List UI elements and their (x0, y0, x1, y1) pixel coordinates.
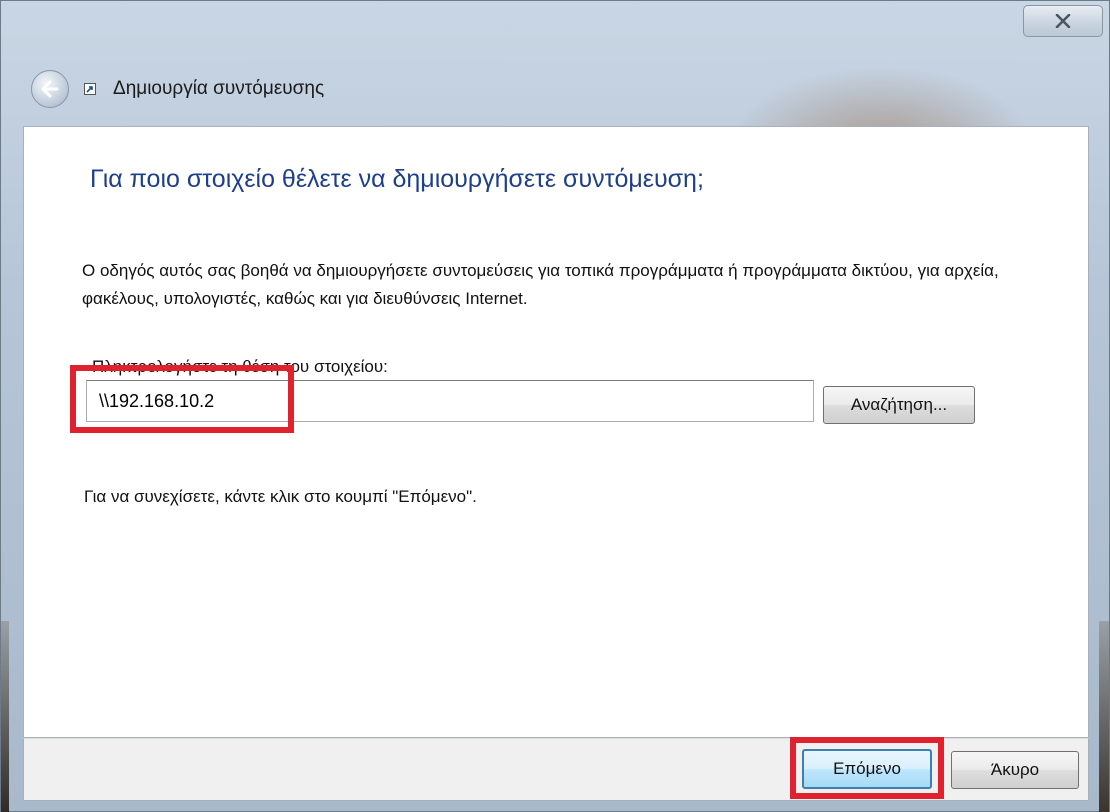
button-footer: Επόμενο Άκυρο (23, 737, 1089, 801)
desktop-background-edge (1099, 621, 1109, 812)
window-title: Δημιουργία συντόμευσης (113, 78, 325, 99)
close-icon (1055, 14, 1071, 28)
instruction-text: Για να συνεχίσετε, κάντε κλικ στο κουμπί… (84, 487, 477, 506)
browse-button[interactable]: Αναζήτηση... (823, 386, 975, 424)
back-arrow-icon (41, 80, 59, 98)
back-button[interactable] (31, 70, 69, 108)
wizard-window: Δημιουργία συντόμευσης Για ποιο στοιχείο… (0, 0, 1110, 812)
wizard-titlebar: Δημιουργία συντόμευσης (31, 67, 324, 111)
cancel-button[interactable]: Άκυρο (951, 751, 1079, 789)
shortcut-icon (83, 82, 97, 96)
content-panel: Για ποιο στοιχείο θέλετε να δημιουργήσετ… (23, 126, 1089, 738)
location-label: Πληκτρολογήστε τη θέση του στοιχείου: (92, 357, 388, 376)
next-button[interactable]: Επόμενο (802, 749, 932, 789)
location-input[interactable] (86, 380, 814, 422)
description-text: Ο οδηγός αυτός σας βοηθά να δημιουργήσετ… (82, 261, 999, 308)
page-heading: Για ποιο στοιχείο θέλετε να δημιουργήσετ… (90, 165, 704, 193)
close-button[interactable] (1023, 5, 1103, 37)
desktop-background-edge (1, 621, 9, 812)
